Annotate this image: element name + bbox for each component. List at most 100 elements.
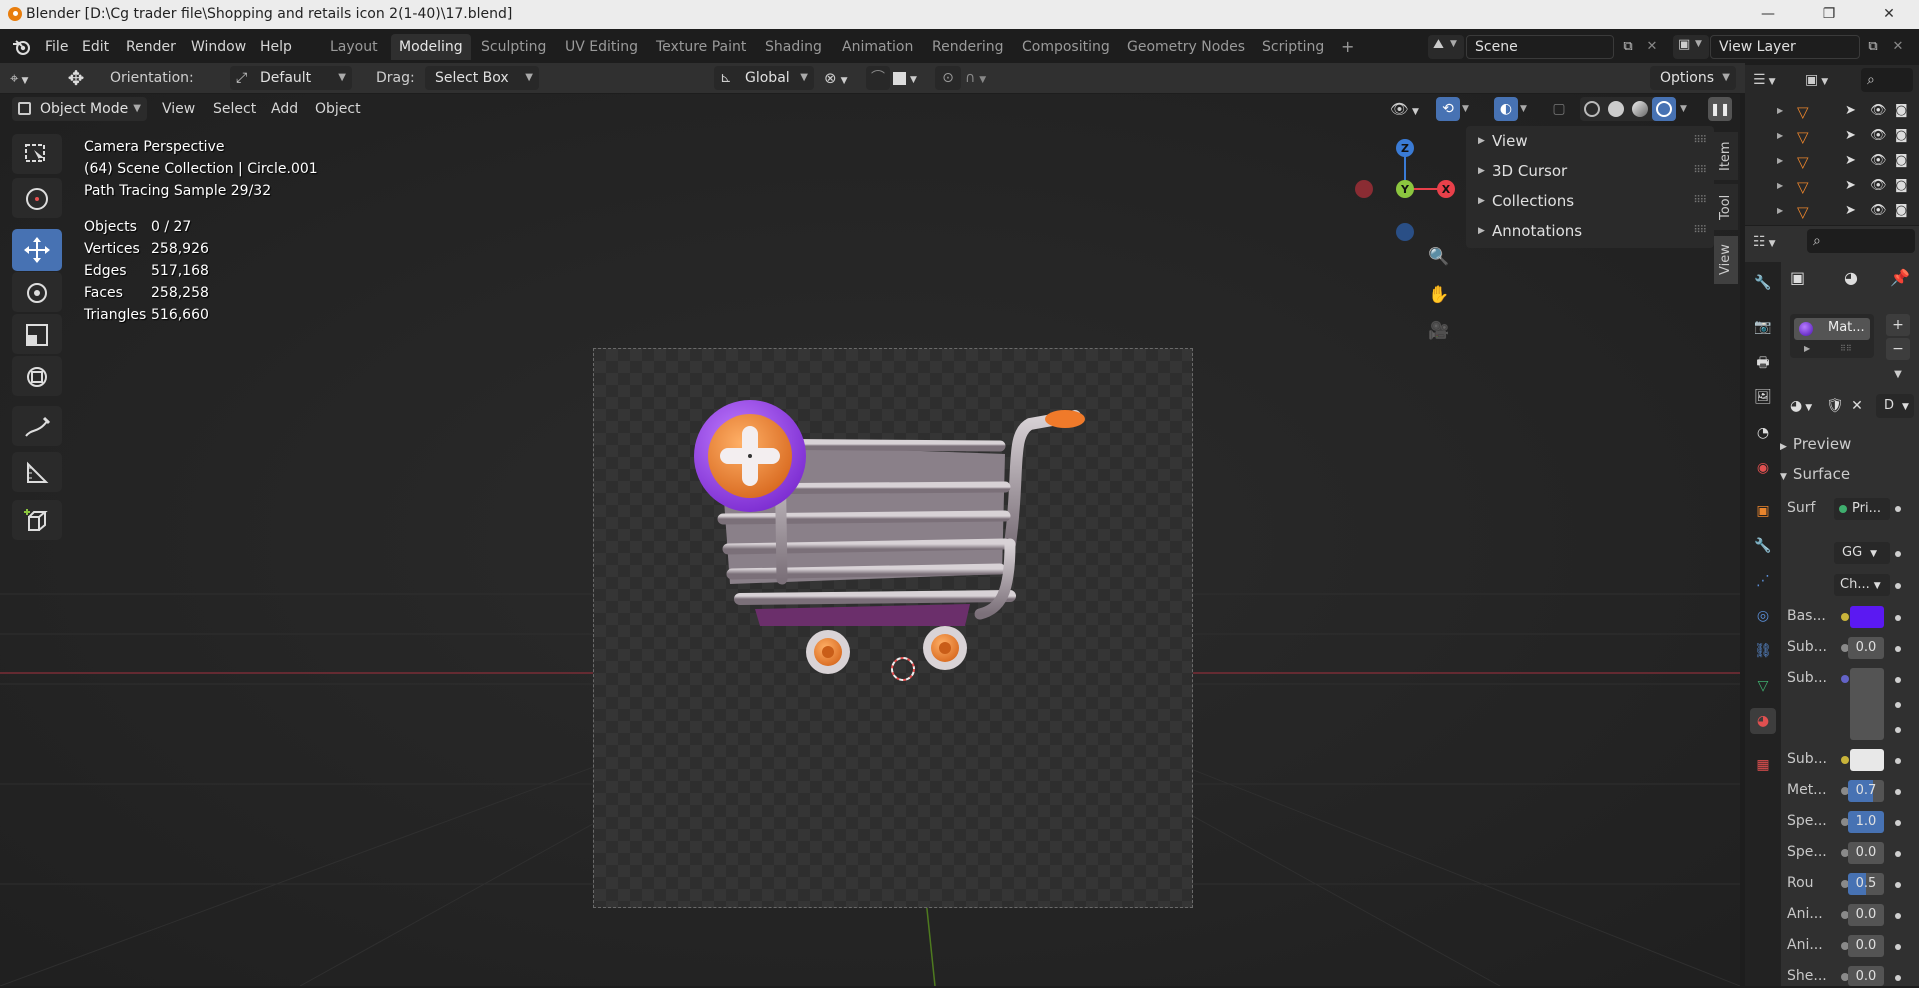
add-menu[interactable]: Add [264,97,305,121]
subsurface-value[interactable]: 0.0 [1848,637,1884,659]
add-material-slot-button[interactable]: + [1886,314,1910,336]
snap-toggle-icon[interactable]: ⌒ [866,66,890,90]
tab-rendering[interactable]: Rendering [924,34,1012,60]
material-specials-dropdown[interactable]: ▼ [1886,364,1910,386]
proportional-falloff-dropdown[interactable]: ∩ ▼ [965,66,1001,90]
render-camera-icon[interactable]: ◙ [1895,128,1908,143]
panel-collections-header[interactable]: ▶ Collections ⠿⠿ [1466,186,1714,216]
tab-uv-editing[interactable]: UV Editing [557,34,646,60]
measure-tool[interactable] [12,452,62,492]
tab-compositing[interactable]: Compositing [1014,34,1118,60]
tool-settings-icon[interactable]: ⌖ ▼ [10,66,48,90]
outliner-editor-type[interactable]: ☰ ▼ [1753,69,1789,91]
view-layer-browse-button[interactable]: ▣ ▼ [1673,35,1709,59]
tool-properties-tab-icon[interactable]: 🔧 [1750,270,1776,296]
add-cube-tool[interactable] [12,500,62,540]
keyframe-dot[interactable] [1895,882,1901,888]
delete-scene-icon[interactable]: ✕ [1641,35,1663,59]
gizmo-toggle-icon[interactable]: ⟲ [1436,97,1460,121]
render-camera-icon[interactable]: ◙ [1895,203,1908,218]
drag-grip-icon[interactable]: ⠿⠿ [1693,216,1707,246]
render-camera-icon[interactable]: ◙ [1895,103,1908,118]
material-slot-item[interactable]: Mat... [1794,318,1870,340]
surface-panel-header[interactable]: ▼ Surface [1780,462,1919,486]
visibility-eye-icon[interactable]: 👁 [1870,103,1887,118]
selectable-icon[interactable]: ➤ [1845,178,1856,193]
socket-dot-icon[interactable] [1841,613,1849,621]
overlays-toggle-icon[interactable]: ◐ [1494,97,1518,121]
minimize-button[interactable]: — [1745,0,1791,29]
pause-render-icon[interactable]: ❚❚ [1708,97,1732,121]
orientation-dropdown[interactable]: ⤢ Default ▼ [230,66,352,90]
visibility-eye-icon[interactable]: 👁 [1870,153,1887,168]
physics-tab-icon[interactable]: ◎ [1750,603,1776,629]
distribution-dropdown[interactable]: GG ▼ [1834,542,1890,564]
sidebar-tab-item[interactable]: Item [1714,132,1738,180]
tab-sculpting[interactable]: Sculpting [473,34,554,60]
list-item[interactable]: ▶ ▽ ➤ 👁 ◙ [1745,200,1919,225]
proportional-edit-icon[interactable]: ⊙ [935,66,961,90]
keyframe-dot[interactable] [1895,944,1901,950]
wireframe-shading-icon[interactable] [1584,101,1600,117]
keyframe-dot[interactable] [1895,615,1901,621]
material-properties-tab-icon[interactable]: ◕ [1750,708,1776,734]
data-properties-tab-icon[interactable]: ▽ [1750,673,1776,699]
drag-dropdown[interactable]: Select Box ▼ [425,66,539,90]
subsurface-radius-vector[interactable] [1850,668,1884,740]
visibility-eye-icon[interactable]: 👁 [1870,203,1887,218]
move-tool-icon[interactable]: ✥ [62,65,90,91]
keyframe-dot[interactable] [1895,789,1901,795]
panel-3d-cursor-header[interactable]: ▶ 3D Cursor ⠿⠿ [1466,156,1714,186]
subsurface-method-dropdown[interactable]: Ch... ▼ [1834,574,1890,596]
expand-triangle-icon[interactable]: ▶ [1804,344,1810,353]
selectable-icon[interactable]: ➤ [1845,103,1856,118]
chevron-down-icon[interactable]: ▼ [1680,97,1696,121]
pin-icon[interactable]: 📌 [1890,268,1910,287]
render-properties-tab-icon[interactable]: 📷 [1750,314,1776,340]
scale-tool[interactable] [12,314,62,354]
list-item[interactable]: ▶ ▽ ➤ 👁 ◙ [1745,125,1919,150]
expand-triangle-icon[interactable]: ▶ [1777,131,1783,140]
copy-scene-icon[interactable]: ⧉ [1617,35,1639,59]
expand-triangle-icon[interactable]: ▶ [1777,181,1783,190]
keyframe-dot[interactable] [1895,646,1901,652]
keyframe-dot[interactable] [1895,583,1901,589]
material-preview-icon[interactable] [1632,101,1648,117]
navigation-gizmo[interactable]: Z Y X [1350,134,1460,244]
remove-material-slot-button[interactable]: − [1886,338,1910,360]
maximize-button[interactable]: ❐ [1806,0,1852,29]
visibility-eye-icon[interactable]: 👁 [1870,178,1887,193]
select-menu[interactable]: Select [206,97,263,121]
metallic-value[interactable]: 0.7 [1848,780,1884,802]
selectable-icon[interactable]: ➤ [1845,128,1856,143]
3d-cursor-icon[interactable] [890,656,916,682]
list-item[interactable]: ▶ ▽ ➤ 👁 ◙ [1745,150,1919,175]
view-menu[interactable]: View [155,97,202,121]
keyframe-dot[interactable] [1895,820,1901,826]
blender-menu-icon[interactable] [12,38,32,56]
properties-editor-type[interactable]: ☷ ▼ [1753,230,1789,254]
scene-name-field[interactable]: Scene [1466,35,1614,59]
tab-texture-paint[interactable]: Texture Paint [648,34,754,60]
object-properties-tab-icon[interactable]: ▣ [1750,498,1776,524]
particles-tab-icon[interactable]: ⋰ [1750,568,1776,594]
menu-window[interactable]: Window [191,36,246,58]
add-workspace-button[interactable]: + [1333,34,1362,60]
keyframe-dot[interactable] [1895,551,1901,557]
options-dropdown[interactable]: Options ▼ [1650,66,1736,90]
panel-view-header[interactable]: ▶ View ⠿⠿ [1466,126,1714,156]
pan-hand-icon[interactable]: ✋ [1426,282,1452,308]
texture-properties-tab-icon[interactable]: ▦ [1750,752,1776,778]
socket-dot-icon[interactable] [1841,756,1849,764]
drag-grip-icon[interactable]: ⠿⠿ [1693,156,1707,186]
render-camera-icon[interactable]: ◙ [1895,153,1908,168]
chevron-down-icon[interactable]: ▼ [1462,97,1480,121]
close-button[interactable]: ✕ [1866,0,1912,29]
keyframe-dot[interactable] [1895,506,1901,512]
anisotropic-rotation-value[interactable]: 0.0 [1848,935,1884,957]
copy-view-layer-icon[interactable]: ⧉ [1862,35,1884,59]
mode-dropdown[interactable]: Object Mode ▼ [12,97,147,121]
preview-panel-header[interactable]: ▶ Preview [1780,432,1919,456]
tab-animation[interactable]: Animation [834,34,921,60]
camera-view-icon[interactable]: 🎥 [1426,318,1452,344]
